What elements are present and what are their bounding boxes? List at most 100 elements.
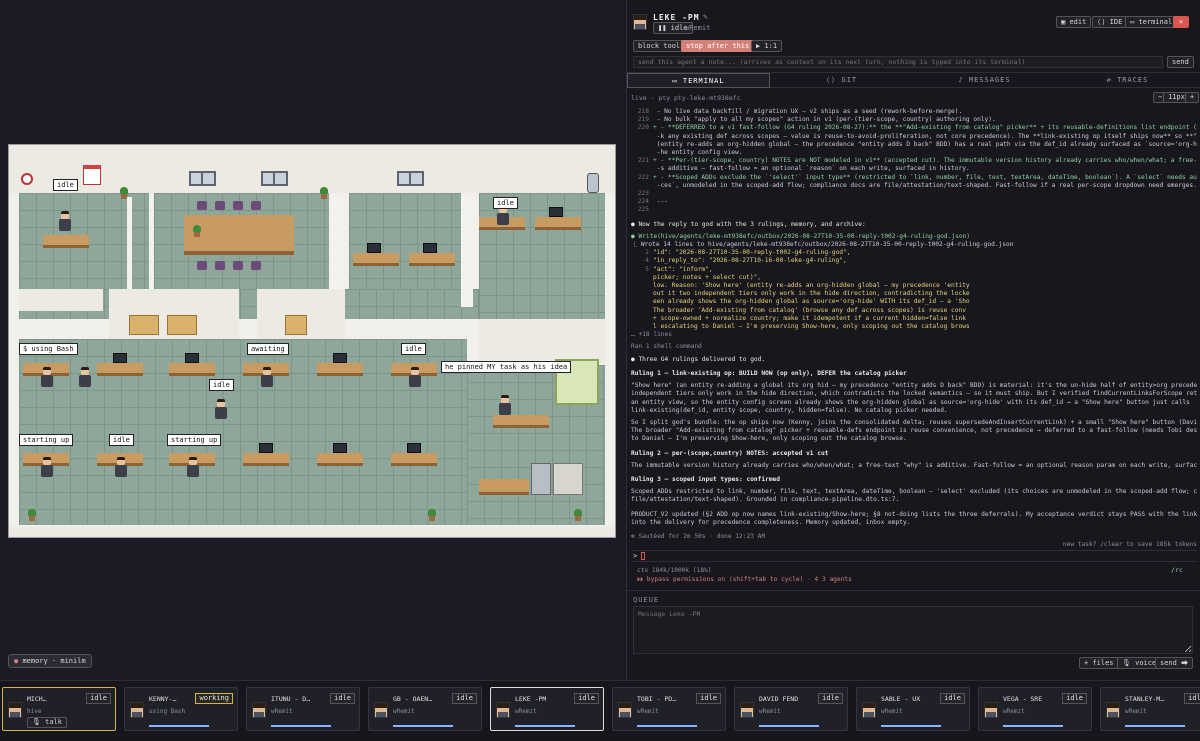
monitor xyxy=(259,443,273,453)
office-floor xyxy=(349,193,461,289)
plant-icon xyxy=(427,509,437,521)
ide-button[interactable]: ⟨⟩ IDE xyxy=(1092,16,1128,28)
agent-sprite[interactable] xyxy=(215,399,227,419)
agent-card[interactable]: VEGA - SRE idle wRemit xyxy=(978,687,1092,731)
tab-git[interactable]: ⟨⟩ GIT xyxy=(770,73,913,88)
agent-strip: MICH… idle hive 🎙 talk KENNY-… working using B… xyxy=(0,680,1200,741)
agent-sprite[interactable] xyxy=(261,367,273,387)
memory-chip[interactable]: ● memory · minilm xyxy=(8,654,92,668)
edit-button[interactable]: ▣ edit xyxy=(1056,16,1092,28)
agent-sprite[interactable] xyxy=(499,395,511,415)
chair xyxy=(197,201,207,210)
edit-name-icon[interactable]: ✎ xyxy=(703,12,708,21)
terminal-button[interactable]: ▭ terminal xyxy=(1125,16,1178,28)
agent-card[interactable]: ITUNU - D… idle wRemit xyxy=(246,687,360,731)
plant-icon xyxy=(573,509,583,521)
agent-sprite[interactable] xyxy=(187,457,199,477)
tab-messages[interactable]: ♪ MESSAGES xyxy=(913,73,1056,88)
agent-card-name: LEKE -PM xyxy=(515,695,547,703)
avatar xyxy=(496,702,510,718)
agent-card[interactable]: MICH… idle hive 🎙 talk xyxy=(2,687,116,731)
agent-card-subtitle: wRemit xyxy=(515,708,537,715)
terminal-prompt[interactable]: > xyxy=(631,550,1197,562)
agent-sprite[interactable] xyxy=(41,457,53,477)
agent-card[interactable]: STANLEY-M… idle wRemit xyxy=(1100,687,1200,731)
terminal-line: file/attestation/text-shaped). Grounded … xyxy=(631,496,900,504)
terminal-line: "Show here" (an entity re-adding a globa… xyxy=(631,382,1197,390)
agent-sprite[interactable] xyxy=(59,211,71,231)
step-button[interactable]: ▶ 1:1 xyxy=(751,40,783,52)
line-number: 5 xyxy=(645,265,649,273)
context-status: ctx 184k/1000k (18%) ⏵⏵ bypass permissio… xyxy=(637,566,852,584)
agent-sprite[interactable] xyxy=(79,367,91,387)
agent-card-subtitle: using Bash xyxy=(149,708,186,715)
line-number: 221 xyxy=(637,157,649,165)
agent-panel: LEKE -PM ✎ ❚❚ idle wRemit ▣ edit ⟨⟩ IDE … xyxy=(626,0,1200,680)
bell-icon: ♪ xyxy=(958,76,964,84)
desk xyxy=(391,453,437,466)
agent-card[interactable]: SABLE - UX idle wRemit xyxy=(856,687,970,731)
agent-card-name: SABLE - UX xyxy=(881,695,921,703)
terminal-heading: Ruling 2 — per-(scope,country) NOTES: ac… xyxy=(631,449,829,457)
line-text: - No bulk "apply to all my scopes" actio… xyxy=(653,116,996,124)
clock-icon xyxy=(21,173,33,185)
tab-traces[interactable]: ⇄ TRACES xyxy=(1056,73,1199,88)
activity-bar xyxy=(1125,725,1185,727)
pty-label: live · pty pty-leke-mt938efc xyxy=(631,94,741,102)
line-text: -he entity config view. xyxy=(653,149,743,157)
terminal-output[interactable]: 218 - No live data backfill / migration … xyxy=(631,108,1197,563)
agent-card-status: idle xyxy=(452,693,477,704)
line-text: out it two independent tiers only work i… xyxy=(653,290,970,298)
agent-header: LEKE -PM ✎ ❚❚ idle wRemit ▣ edit ⟨⟩ IDE … xyxy=(627,0,1200,36)
line-text: The broader 'Add-existing from catalog' … xyxy=(653,306,966,314)
avatar xyxy=(633,14,647,30)
activity-bar xyxy=(637,725,697,727)
agent-status-bubble: starting up xyxy=(19,434,74,446)
agent-card-subtitle: wRemit xyxy=(393,708,415,715)
agent-sprite[interactable] xyxy=(409,367,421,387)
send-queue-button[interactable]: send ⮕ xyxy=(1155,657,1194,669)
line-number: 224 xyxy=(637,198,649,206)
avatar xyxy=(740,702,754,718)
talk-button[interactable]: 🎙 talk xyxy=(27,717,67,728)
paragraph: PRODUCT_V2 updated (§2 ADD op now names … xyxy=(631,511,1197,527)
line-text: "in_reply_to": "2026-08-27T10-16-00-leke… xyxy=(653,257,847,265)
context-usage: ctx 184k/1000k (18%) xyxy=(637,567,712,574)
plant-icon xyxy=(192,225,202,237)
prompt-symbol: > xyxy=(633,552,642,560)
agent-card-status: idle xyxy=(940,693,965,704)
agent-card[interactable]: TOBI - PD… idle wRemit xyxy=(612,687,726,731)
rc-label: /rc xyxy=(1171,566,1183,574)
agent-card[interactable]: GB - OAEN… idle wRemit xyxy=(368,687,482,731)
agent-card-status: idle xyxy=(1062,693,1087,704)
paragraph: So I split god's bundle: the op ships no… xyxy=(631,419,1197,444)
office-map[interactable]: idle idle $ using Bash awaiting idle he … xyxy=(8,144,616,538)
close-button[interactable]: × xyxy=(1173,16,1189,28)
queue-message-input[interactable] xyxy=(633,606,1193,654)
diff-line: 219 - No bulk "apply to all my scopes" a… xyxy=(631,116,1197,124)
agent-card-subtitle: wRemit xyxy=(881,708,903,715)
agent-card-subtitle: hive xyxy=(27,708,42,715)
tab-terminal[interactable]: ▭ TERMINAL xyxy=(627,73,770,88)
agent-name: LEKE -PM xyxy=(653,13,700,22)
diff-block: 218 - No live data backfill / migration … xyxy=(631,108,1197,215)
monitor xyxy=(549,207,563,217)
desk xyxy=(535,217,581,230)
cursor xyxy=(641,552,646,560)
agent-note-input[interactable] xyxy=(633,56,1163,68)
agent-sprite[interactable] xyxy=(41,367,53,387)
agent-card[interactable]: LEKE -PM idle wRemit xyxy=(490,687,604,731)
agent-card-status: idle xyxy=(696,693,721,704)
code-icon: ⟨⟩ xyxy=(825,76,837,84)
agent-card[interactable]: DAVID FEND idle wRemit xyxy=(734,687,848,731)
attach-files-button[interactable]: + files xyxy=(1079,657,1119,669)
font-increase-button[interactable]: + xyxy=(1185,92,1200,103)
terminal-line: The immutable version history already ca… xyxy=(631,461,1197,469)
line-number: 225 xyxy=(637,206,649,214)
json-line: The broader 'Add-existing from catalog' … xyxy=(631,307,1197,315)
terminal-line: independent tiers only work in the hide … xyxy=(631,390,1197,398)
terminal-line: The broader "Add-existing from catalog" … xyxy=(631,427,1197,435)
agent-sprite[interactable] xyxy=(115,457,127,477)
agent-card[interactable]: KENNY-… working using Bash xyxy=(124,687,238,731)
send-note-button[interactable]: send xyxy=(1167,56,1194,68)
